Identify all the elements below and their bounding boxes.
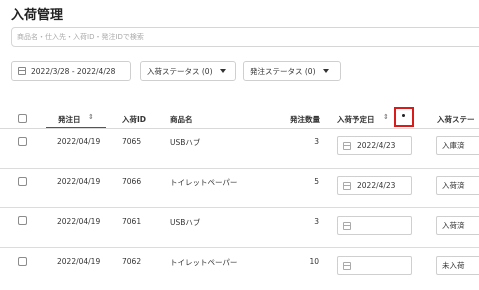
row-qty: 5 [314,177,319,186]
row-divider [0,247,479,248]
column-header-planned-date[interactable]: 入荷予定日 [337,114,375,125]
column-header-order-date[interactable]: 発注日 [58,114,81,125]
row-product: トイレットペーパー [170,178,238,187]
arrival-status-filter[interactable]: 入荷ステータス (0) [140,61,236,81]
planned-date-input[interactable] [337,216,412,235]
row-checkbox[interactable] [18,216,27,225]
calendar-icon [343,221,351,230]
status-select[interactable]: 未入荷 [436,256,479,275]
arrival-status-label: 入荷ステータス (0) [147,66,213,76]
row-divider [0,168,479,169]
select-all-checkbox[interactable] [18,114,27,123]
row-arrival-id: 7065 [122,137,142,146]
row-order-date: 2022/04/19 [57,137,101,146]
row-checkbox[interactable] [18,257,27,266]
column-header-status[interactable]: 入荷ステー [437,114,475,125]
planned-date-value: 2022/4/23 [357,141,396,150]
sort-arrows-icon[interactable]: ⇕ [383,113,389,121]
column-menu-button-highlight[interactable] [394,107,414,127]
planned-date-value: 2022/4/23 [357,181,396,190]
column-header-product[interactable]: 商品名 [170,114,193,125]
calendar-icon [343,261,351,270]
order-status-label: 発注ステータス (0) [250,66,316,76]
row-product: USBハブ [170,218,201,227]
row-qty: 3 [314,137,319,146]
planned-date-input[interactable] [337,256,412,275]
calendar-icon [343,141,351,150]
planned-date-input[interactable]: 2022/4/23 [337,136,412,155]
row-product: トイレットペーパー [170,258,238,267]
column-menu-dot-icon[interactable] [402,114,405,117]
row-product: USBハブ [170,138,201,147]
column-header-arrival-id[interactable]: 入荷ID [122,114,146,125]
row-checkbox[interactable] [18,137,27,146]
status-select[interactable]: 入庫済 [436,136,479,155]
caret-down-icon [219,69,226,73]
status-select[interactable]: 入荷済 [436,216,479,235]
row-arrival-id: 7061 [122,217,142,226]
header-divider [0,128,479,129]
row-order-date: 2022/04/19 [57,217,101,226]
column-header-qty[interactable]: 発注数量 [290,114,320,125]
calendar-icon [343,181,351,190]
page-title: 入荷管理 [11,8,64,23]
calendar-icon [18,67,26,75]
row-checkbox[interactable] [18,177,27,186]
row-order-date: 2022/04/19 [57,257,101,266]
planned-date-input[interactable]: 2022/4/23 [337,176,412,195]
row-divider [0,207,479,208]
row-order-date: 2022/04/19 [57,177,101,186]
order-status-filter[interactable]: 発注ステータス (0) [243,61,341,81]
row-arrival-id: 7062 [122,257,142,266]
status-select[interactable]: 入荷済 [436,176,479,195]
row-arrival-id: 7066 [122,177,142,186]
date-range-filter[interactable]: 2022/3/28 - 2022/4/28 [11,61,131,81]
date-range-label: 2022/3/28 - 2022/4/28 [31,66,116,76]
row-qty: 3 [314,217,319,226]
row-qty: 10 [309,257,319,266]
sort-arrows-icon[interactable]: ⇕ [88,113,94,121]
caret-down-icon [322,69,329,73]
search-input[interactable] [11,27,479,47]
